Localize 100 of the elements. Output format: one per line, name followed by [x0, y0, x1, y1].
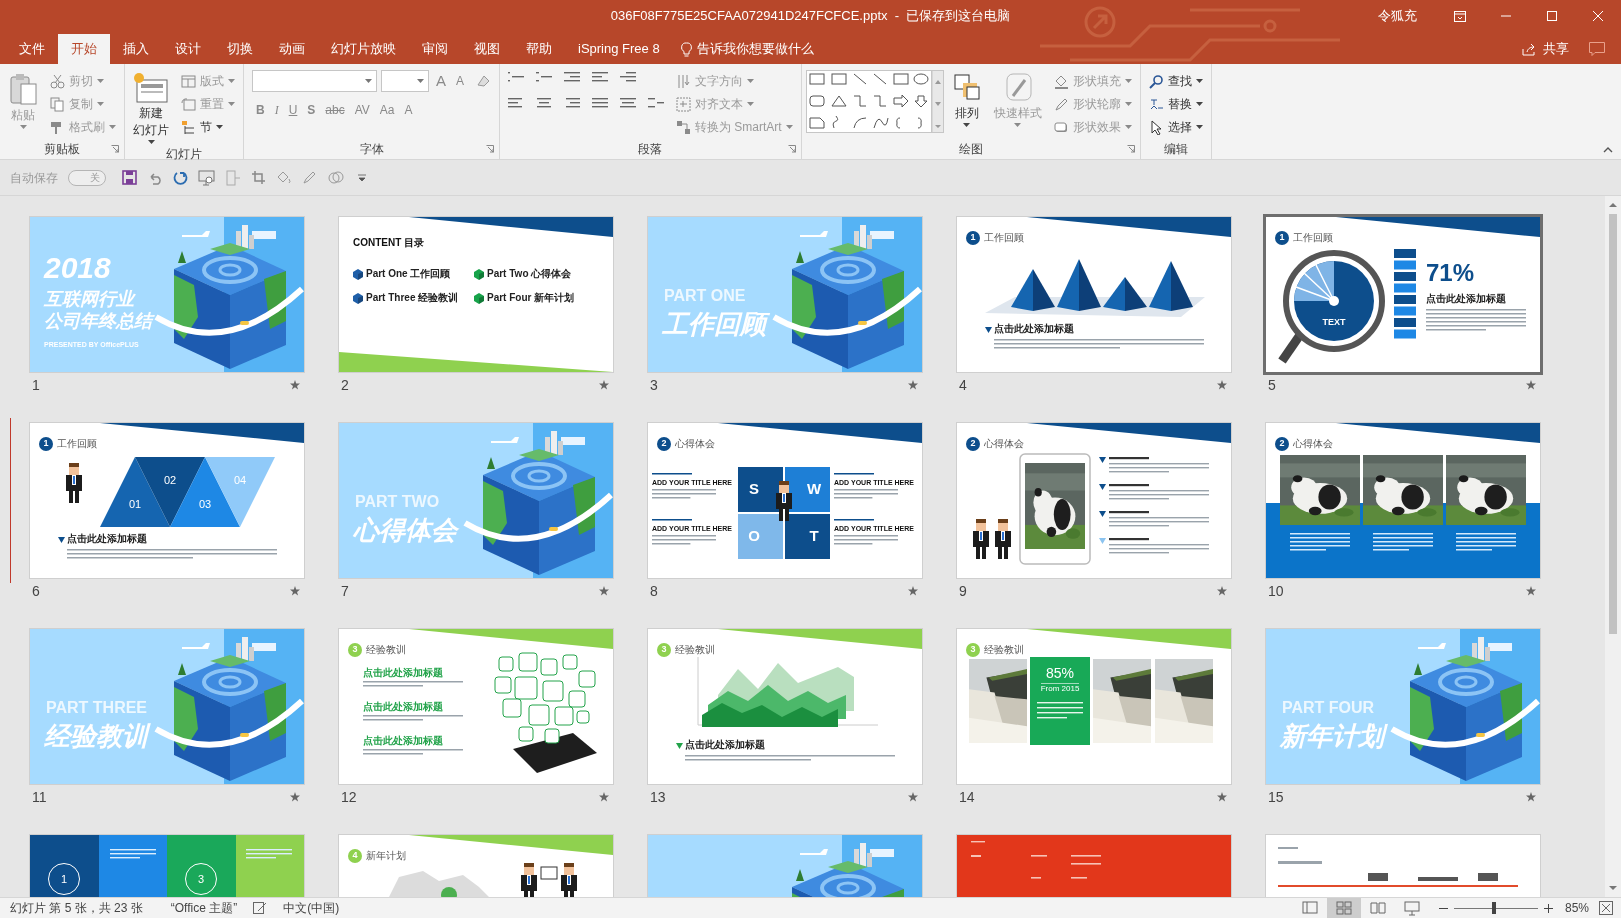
format-button[interactable]: B [256, 100, 265, 119]
star-icon[interactable] [599, 586, 609, 596]
shapes-gallery[interactable] [805, 70, 932, 133]
pixel-man-drawing [64, 463, 84, 503]
fit-to-window-icon[interactable] [1599, 901, 1613, 915]
star-icon[interactable] [908, 380, 918, 390]
section-number-badge: 1 [39, 437, 53, 451]
copy-icon [50, 96, 65, 112]
crop-icon[interactable] [251, 170, 266, 185]
ribbon-button[interactable]: 新建 幻灯片 [129, 70, 173, 144]
tell-me-search[interactable]: 告诉我你想要做什么 [696, 39, 814, 59]
slide-thumbnail[interactable]: 3 经验教训 85% From 2015 [957, 629, 1231, 784]
close-icon[interactable] [1593, 11, 1603, 21]
slide-thumbnail[interactable]: CONTENT 目录 Part One 工作回顾 Part Two 心得体会 Part Three 经验教训 Part Four 新年计划 [339, 217, 613, 372]
scrollbar[interactable] [1605, 196, 1621, 897]
format-button[interactable]: U [288, 100, 298, 119]
ribbon-tab[interactable]: 切换 [214, 34, 266, 64]
slide-thumbnail[interactable]: 2 心得体会 [1266, 423, 1540, 578]
slide-thumbnail[interactable]: 4 新年计划 [339, 835, 613, 897]
comment-icon[interactable] [1589, 42, 1605, 56]
section-number-badge: 3 [966, 643, 980, 657]
undo-icon[interactable] [147, 170, 163, 185]
slide-heading: 点击此处添加标题 [363, 735, 443, 747]
font-size-field[interactable] [381, 70, 429, 93]
redo-icon[interactable] [173, 170, 188, 185]
star-icon[interactable] [1526, 586, 1536, 596]
ribbon-tab[interactable]: 文件 [6, 34, 58, 64]
ribbon-button[interactable]: 选择 [1148, 116, 1203, 138]
format-button[interactable]: A [404, 100, 413, 119]
slide-thumbnail[interactable]: 1 工作回顾 01 02 03 04 点击此处添加标题 [30, 423, 304, 578]
ribbon-button[interactable]: 排列 [947, 70, 986, 127]
caret-icon [1195, 102, 1203, 106]
format-button[interactable]: I [274, 100, 279, 119]
zoom-in-icon[interactable] [1544, 903, 1553, 913]
ribbon-tab[interactable]: 视图 [461, 34, 513, 64]
ribbon-tab[interactable]: 动画 [266, 34, 318, 64]
ribbon-tab[interactable]: 设计 [162, 34, 214, 64]
ribbon-button[interactable]: 节 [181, 116, 235, 138]
format-button[interactable]: abc [325, 100, 345, 119]
ribbon-button[interactable]: 替换 [1148, 93, 1203, 115]
format-button[interactable]: S [307, 100, 316, 119]
share-button[interactable]: 共享 [1522, 34, 1569, 64]
collapse-ribbon-icon[interactable] [1603, 147, 1613, 153]
star-icon[interactable] [290, 586, 300, 596]
ribbon-tab[interactable]: 开始 [58, 34, 110, 64]
eraser-icon[interactable] [475, 73, 492, 90]
star-icon[interactable] [1526, 792, 1536, 802]
star-icon[interactable] [290, 380, 300, 390]
ribbon-display-icon[interactable] [1454, 10, 1466, 22]
star-icon[interactable] [1217, 586, 1227, 596]
slide-number: 1 [32, 375, 40, 395]
star-icon[interactable] [908, 586, 918, 596]
star-icon[interactable] [1526, 380, 1536, 390]
ribbon-tab[interactable]: 帮助 [513, 34, 565, 64]
slide-thumbnail[interactable]: 1 工作回顾 TEXT 71% 点击此处添加标题 [1266, 217, 1540, 372]
zoom-level[interactable]: 85% [1565, 899, 1599, 917]
star-icon[interactable] [599, 380, 609, 390]
window-title: 036F08F775E25CFAA072941D247FCFCE.pptx - 已保存到这台电脑 [610, 7, 1011, 26]
slide-thumbnail[interactable]: 1 工作回顾 点击此处添加标题 [957, 217, 1231, 372]
language-label[interactable]: 中文(中国) [283, 899, 340, 917]
slide-sorter-icon[interactable] [1327, 898, 1361, 918]
dialog-launcher-icon[interactable] [111, 145, 119, 153]
slide-heading: 点击此处添加标题 [685, 739, 765, 751]
ribbon-tab[interactable]: iSpring Free 8 [565, 34, 673, 64]
format-button[interactable]: Aa [379, 100, 395, 119]
star-icon[interactable] [599, 792, 609, 802]
font-name-field[interactable] [252, 70, 377, 93]
user-name[interactable]: 令狐充 [1378, 6, 1417, 26]
maximize-icon[interactable] [1547, 11, 1557, 21]
theme-name: “Office 主题” [170, 900, 238, 917]
grow-font-button[interactable]: A [433, 70, 449, 93]
ribbon-tab[interactable]: 幻灯片放映 [318, 34, 409, 64]
caret-icon [228, 79, 235, 83]
shrink-font-button[interactable]: A [453, 72, 468, 91]
ribbon-tab[interactable]: 插入 [110, 34, 162, 64]
notes-icon[interactable] [253, 902, 268, 914]
zoom-slider-thumb[interactable] [1491, 902, 1496, 914]
slide-thumbnail[interactable]: 2 心得体会 [957, 423, 1231, 578]
slide-thumbnail[interactable]: 1 3 [30, 835, 304, 897]
slide-number: 6 [32, 581, 40, 601]
pixel-man-drawing [774, 481, 794, 521]
ribbon-tab[interactable]: 审阅 [409, 34, 461, 64]
star-icon[interactable] [908, 792, 918, 802]
customize-toolbar-icon[interactable] [358, 173, 366, 182]
dialog-launcher-icon[interactable] [1126, 145, 1135, 153]
slide-thumbnail[interactable]: 3 经验教训 点击此处添加标题 [648, 629, 922, 784]
save-icon[interactable] [122, 170, 137, 185]
star-icon[interactable] [1217, 380, 1227, 390]
caret-icon [365, 79, 372, 84]
star-icon[interactable] [1217, 792, 1227, 802]
group-label: 段落 [638, 141, 663, 158]
presentation-icon[interactable] [198, 169, 215, 186]
ribbon-button[interactable]: 查找 [1148, 70, 1203, 92]
zoom-slider[interactable] [1454, 902, 1538, 914]
text-lines-drawing [834, 519, 874, 521]
slide-thumbnail[interactable]: 3 经验教训 点击此处添加标题 点击此处添加标题 点击此处添加标题 [339, 629, 613, 784]
dialog-launcher-icon[interactable] [787, 145, 796, 153]
star-icon[interactable] [290, 792, 300, 802]
format-button[interactable]: AV [354, 100, 370, 119]
dialog-launcher-icon[interactable] [486, 145, 495, 153]
